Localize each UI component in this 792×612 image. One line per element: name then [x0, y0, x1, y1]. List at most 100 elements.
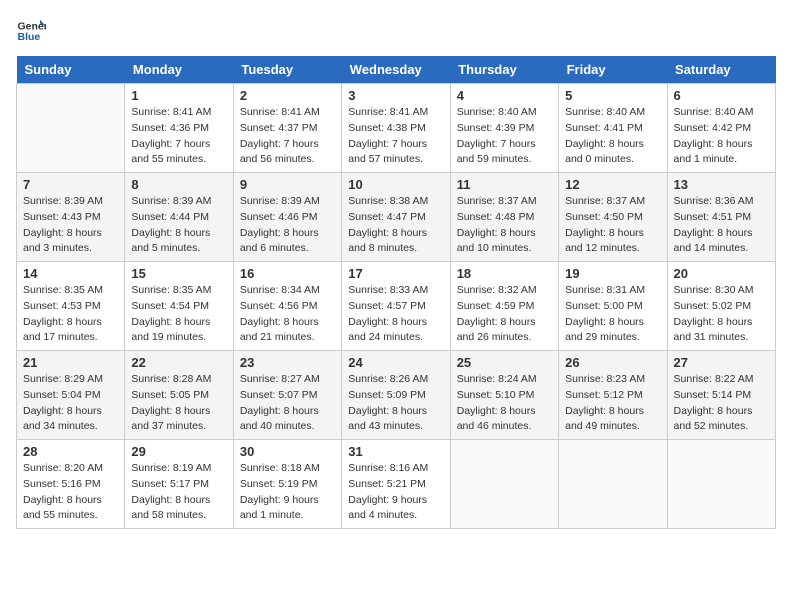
day-info: Sunrise: 8:34 AM Sunset: 4:56 PM Dayligh…	[240, 283, 335, 346]
calendar-cell: 5 Sunrise: 8:40 AM Sunset: 4:41 PM Daylig…	[559, 84, 667, 173]
calendar-cell: 2 Sunrise: 8:41 AM Sunset: 4:37 PM Daylig…	[233, 84, 341, 173]
day-number: 17	[348, 266, 443, 281]
day-number: 2	[240, 88, 335, 103]
day-info: Sunrise: 8:35 AM Sunset: 4:54 PM Dayligh…	[131, 283, 226, 346]
day-number: 6	[674, 88, 769, 103]
weekday-sunday: Sunday	[17, 56, 125, 84]
calendar-cell: 18 Sunrise: 8:32 AM Sunset: 4:59 PM Dayli…	[450, 262, 558, 351]
day-number: 23	[240, 355, 335, 370]
day-number: 3	[348, 88, 443, 103]
day-info: Sunrise: 8:26 AM Sunset: 5:09 PM Dayligh…	[348, 372, 443, 435]
day-info: Sunrise: 8:40 AM Sunset: 4:42 PM Dayligh…	[674, 105, 769, 168]
calendar-table: SundayMondayTuesdayWednesdayThursdayFrid…	[16, 56, 776, 529]
day-number: 14	[23, 266, 118, 281]
calendar-cell: 31 Sunrise: 8:16 AM Sunset: 5:21 PM Dayli…	[342, 440, 450, 529]
day-number: 20	[674, 266, 769, 281]
day-info: Sunrise: 8:31 AM Sunset: 5:00 PM Dayligh…	[565, 283, 660, 346]
calendar-week-3: 21 Sunrise: 8:29 AM Sunset: 5:04 PM Dayli…	[17, 351, 776, 440]
day-info: Sunrise: 8:30 AM Sunset: 5:02 PM Dayligh…	[674, 283, 769, 346]
day-number: 26	[565, 355, 660, 370]
calendar-cell: 8 Sunrise: 8:39 AM Sunset: 4:44 PM Daylig…	[125, 173, 233, 262]
calendar-cell	[559, 440, 667, 529]
page-header: General Blue	[16, 16, 776, 46]
day-info: Sunrise: 8:28 AM Sunset: 5:05 PM Dayligh…	[131, 372, 226, 435]
day-info: Sunrise: 8:16 AM Sunset: 5:21 PM Dayligh…	[348, 461, 443, 524]
calendar-cell: 13Sunrise: 8:36 AM Sunset: 4:51 PM Dayli…	[667, 173, 775, 262]
calendar-cell: 22 Sunrise: 8:28 AM Sunset: 5:05 PM Dayli…	[125, 351, 233, 440]
day-number: 4	[457, 88, 552, 103]
day-info: Sunrise: 8:40 AM Sunset: 4:41 PM Dayligh…	[565, 105, 660, 168]
day-info: Sunrise: 8:23 AM Sunset: 5:12 PM Dayligh…	[565, 372, 660, 435]
day-info: Sunrise: 8:41 AM Sunset: 4:37 PM Dayligh…	[240, 105, 335, 168]
day-number: 24	[348, 355, 443, 370]
day-number: 22	[131, 355, 226, 370]
weekday-header-row: SundayMondayTuesdayWednesdayThursdayFrid…	[17, 56, 776, 84]
day-number: 18	[457, 266, 552, 281]
day-number: 11	[457, 177, 552, 192]
calendar-cell: 30 Sunrise: 8:18 AM Sunset: 5:19 PM Dayli…	[233, 440, 341, 529]
calendar-cell: 3 Sunrise: 8:41 AM Sunset: 4:38 PM Daylig…	[342, 84, 450, 173]
day-info: Sunrise: 8:18 AM Sunset: 5:19 PM Dayligh…	[240, 461, 335, 524]
day-number: 31	[348, 444, 443, 459]
day-info: Sunrise: 8:29 AM Sunset: 5:04 PM Dayligh…	[23, 372, 118, 435]
weekday-friday: Friday	[559, 56, 667, 84]
day-info: Sunrise: 8:33 AM Sunset: 4:57 PM Dayligh…	[348, 283, 443, 346]
day-info: Sunrise: 8:35 AM Sunset: 4:53 PM Dayligh…	[23, 283, 118, 346]
calendar-body: 1Sunrise: 8:41 AM Sunset: 4:36 PM Daylig…	[17, 84, 776, 529]
calendar-cell: 17 Sunrise: 8:33 AM Sunset: 4:57 PM Dayli…	[342, 262, 450, 351]
day-info: Sunrise: 8:39 AM Sunset: 4:44 PM Dayligh…	[131, 194, 226, 257]
weekday-tuesday: Tuesday	[233, 56, 341, 84]
logo-icon: General Blue	[16, 16, 46, 46]
calendar-cell: 16 Sunrise: 8:34 AM Sunset: 4:56 PM Dayli…	[233, 262, 341, 351]
calendar-cell: 7Sunrise: 8:39 AM Sunset: 4:43 PM Daylig…	[17, 173, 125, 262]
calendar-cell: 1Sunrise: 8:41 AM Sunset: 4:36 PM Daylig…	[125, 84, 233, 173]
calendar-week-2: 14 Sunrise: 8:35 AM Sunset: 4:53 PM Dayli…	[17, 262, 776, 351]
day-number: 28	[23, 444, 118, 459]
calendar-cell: 11Sunrise: 8:37 AM Sunset: 4:48 PM Dayli…	[450, 173, 558, 262]
day-number: 21	[23, 355, 118, 370]
calendar-week-4: 28Sunrise: 8:20 AM Sunset: 5:16 PM Dayli…	[17, 440, 776, 529]
calendar-cell: 23 Sunrise: 8:27 AM Sunset: 5:07 PM Dayli…	[233, 351, 341, 440]
day-number: 5	[565, 88, 660, 103]
calendar-cell: 14 Sunrise: 8:35 AM Sunset: 4:53 PM Dayli…	[17, 262, 125, 351]
day-number: 16	[240, 266, 335, 281]
day-number: 8	[131, 177, 226, 192]
day-info: Sunrise: 8:41 AM Sunset: 4:38 PM Dayligh…	[348, 105, 443, 168]
day-info: Sunrise: 8:37 AM Sunset: 4:50 PM Dayligh…	[565, 194, 660, 257]
day-info: Sunrise: 8:27 AM Sunset: 5:07 PM Dayligh…	[240, 372, 335, 435]
day-number: 15	[131, 266, 226, 281]
day-info: Sunrise: 8:39 AM Sunset: 4:43 PM Dayligh…	[23, 194, 118, 257]
logo: General Blue	[16, 16, 46, 46]
day-number: 29	[131, 444, 226, 459]
day-number: 10	[348, 177, 443, 192]
day-info: Sunrise: 8:38 AM Sunset: 4:47 PM Dayligh…	[348, 194, 443, 257]
calendar-week-0: 1Sunrise: 8:41 AM Sunset: 4:36 PM Daylig…	[17, 84, 776, 173]
calendar-cell: 29 Sunrise: 8:19 AM Sunset: 5:17 PM Dayli…	[125, 440, 233, 529]
day-info: Sunrise: 8:40 AM Sunset: 4:39 PM Dayligh…	[457, 105, 552, 168]
weekday-saturday: Saturday	[667, 56, 775, 84]
day-number: 30	[240, 444, 335, 459]
calendar-cell: 25 Sunrise: 8:24 AM Sunset: 5:10 PM Dayli…	[450, 351, 558, 440]
calendar-cell	[450, 440, 558, 529]
day-info: Sunrise: 8:24 AM Sunset: 5:10 PM Dayligh…	[457, 372, 552, 435]
calendar-cell: 10 Sunrise: 8:38 AM Sunset: 4:47 PM Dayli…	[342, 173, 450, 262]
calendar-cell: 12 Sunrise: 8:37 AM Sunset: 4:50 PM Dayli…	[559, 173, 667, 262]
day-info: Sunrise: 8:22 AM Sunset: 5:14 PM Dayligh…	[674, 372, 769, 435]
day-info: Sunrise: 8:19 AM Sunset: 5:17 PM Dayligh…	[131, 461, 226, 524]
calendar-cell: 21 Sunrise: 8:29 AM Sunset: 5:04 PM Dayli…	[17, 351, 125, 440]
day-number: 1	[131, 88, 226, 103]
day-number: 12	[565, 177, 660, 192]
weekday-thursday: Thursday	[450, 56, 558, 84]
day-number: 25	[457, 355, 552, 370]
day-number: 13	[674, 177, 769, 192]
svg-text:Blue: Blue	[18, 31, 41, 43]
calendar-cell: 6 Sunrise: 8:40 AM Sunset: 4:42 PM Daylig…	[667, 84, 775, 173]
calendar-cell: 24 Sunrise: 8:26 AM Sunset: 5:09 PM Dayli…	[342, 351, 450, 440]
calendar-cell: 27 Sunrise: 8:22 AM Sunset: 5:14 PM Dayli…	[667, 351, 775, 440]
day-info: Sunrise: 8:39 AM Sunset: 4:46 PM Dayligh…	[240, 194, 335, 257]
calendar-cell: 9Sunrise: 8:39 AM Sunset: 4:46 PM Daylig…	[233, 173, 341, 262]
calendar-cell: 15 Sunrise: 8:35 AM Sunset: 4:54 PM Dayli…	[125, 262, 233, 351]
day-number: 27	[674, 355, 769, 370]
calendar-cell: 28Sunrise: 8:20 AM Sunset: 5:16 PM Dayli…	[17, 440, 125, 529]
day-info: Sunrise: 8:32 AM Sunset: 4:59 PM Dayligh…	[457, 283, 552, 346]
